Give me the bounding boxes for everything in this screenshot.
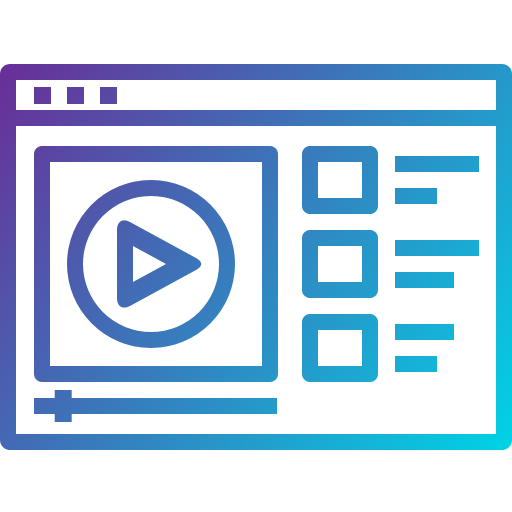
playlist-subtitle-line xyxy=(395,356,437,372)
playlist-title-line xyxy=(395,156,479,172)
video-player-window-icon xyxy=(0,0,512,512)
progress-handle xyxy=(54,390,72,422)
play-circle xyxy=(67,180,235,348)
window-dot xyxy=(67,87,84,104)
playlist-item xyxy=(302,146,479,214)
play-triangle-icon xyxy=(117,220,202,308)
playlist-thumbnail xyxy=(302,314,378,382)
playlist-title-line xyxy=(395,324,454,340)
icon-svg xyxy=(0,64,512,450)
icon-artwork xyxy=(0,64,512,450)
playlist-subtitle-line xyxy=(395,272,454,288)
playlist-thumbnail xyxy=(302,230,378,298)
playlist-item xyxy=(302,314,454,382)
playlist xyxy=(302,146,479,382)
window-dot xyxy=(34,87,51,104)
playlist-thumbnail xyxy=(302,146,378,214)
window-dot xyxy=(100,87,117,104)
window-dots xyxy=(34,87,117,104)
playlist-subtitle-line xyxy=(395,188,437,204)
playlist-item xyxy=(302,230,479,298)
title-bar-divider xyxy=(8,110,504,126)
playlist-title-line xyxy=(395,240,479,256)
